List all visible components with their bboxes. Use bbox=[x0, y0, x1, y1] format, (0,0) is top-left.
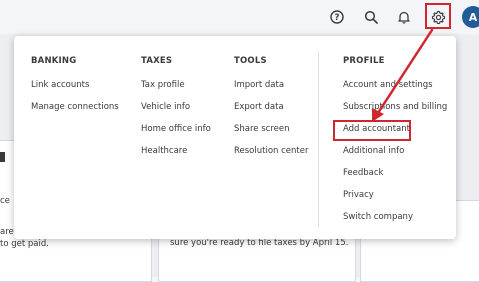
tax-profile-link[interactable]: Tax profile bbox=[141, 80, 185, 90]
avatar[interactable]: A bbox=[462, 6, 479, 28]
add-accountant-highlight-box bbox=[333, 120, 411, 141]
import-data-link[interactable]: Import data bbox=[234, 80, 284, 90]
export-data-link[interactable]: Export data bbox=[234, 102, 284, 112]
left-card-tab bbox=[0, 152, 5, 162]
tools-column: TOOLS Import data Export data Share scre… bbox=[234, 56, 308, 156]
privacy-link[interactable]: Privacy bbox=[343, 190, 374, 200]
settings-menu: BANKING Link accounts Manage connections… bbox=[14, 36, 456, 239]
notifications-icon[interactable] bbox=[394, 7, 414, 27]
account-and-settings-link[interactable]: Account and settings bbox=[343, 80, 433, 90]
svg-text:?: ? bbox=[335, 13, 340, 23]
manage-connections-link[interactable]: Manage connections bbox=[31, 102, 119, 112]
taxes-column: TAXES Tax profile Vehicle info Home offi… bbox=[141, 56, 211, 156]
link-accounts-link[interactable]: Link accounts bbox=[31, 80, 89, 90]
left-card-text-1: ce bbox=[0, 196, 10, 206]
search-icon[interactable] bbox=[361, 7, 381, 27]
banking-column: BANKING Link accounts Manage connections bbox=[31, 56, 119, 112]
left-card-text-3: to get paid. bbox=[0, 239, 49, 249]
home-office-info-link[interactable]: Home office info bbox=[141, 124, 211, 134]
help-icon[interactable]: ? bbox=[327, 7, 347, 27]
middle-card-text: sure you're ready to file taxes by April… bbox=[170, 238, 349, 248]
feedback-link[interactable]: Feedback bbox=[343, 168, 383, 178]
gear-highlight-box bbox=[425, 3, 451, 29]
healthcare-link[interactable]: Healthcare bbox=[141, 146, 187, 156]
switch-company-link[interactable]: Switch company bbox=[343, 212, 413, 222]
share-screen-link[interactable]: Share screen bbox=[234, 124, 290, 134]
top-bar: ? A bbox=[0, 0, 479, 34]
banking-title: BANKING bbox=[31, 56, 77, 66]
menu-divider bbox=[318, 52, 319, 227]
profile-column: PROFILE Account and settings Subscriptio… bbox=[343, 56, 447, 222]
taxes-title: TAXES bbox=[141, 56, 173, 66]
additional-info-link[interactable]: Additional info bbox=[343, 146, 404, 156]
left-card-text-2: are bbox=[0, 227, 14, 237]
subscriptions-and-billing-link[interactable]: Subscriptions and billing bbox=[343, 102, 447, 112]
vehicle-info-link[interactable]: Vehicle info bbox=[141, 102, 190, 112]
tools-title: TOOLS bbox=[234, 56, 267, 66]
resolution-center-link[interactable]: Resolution center bbox=[234, 146, 308, 156]
profile-title: PROFILE bbox=[343, 56, 385, 66]
